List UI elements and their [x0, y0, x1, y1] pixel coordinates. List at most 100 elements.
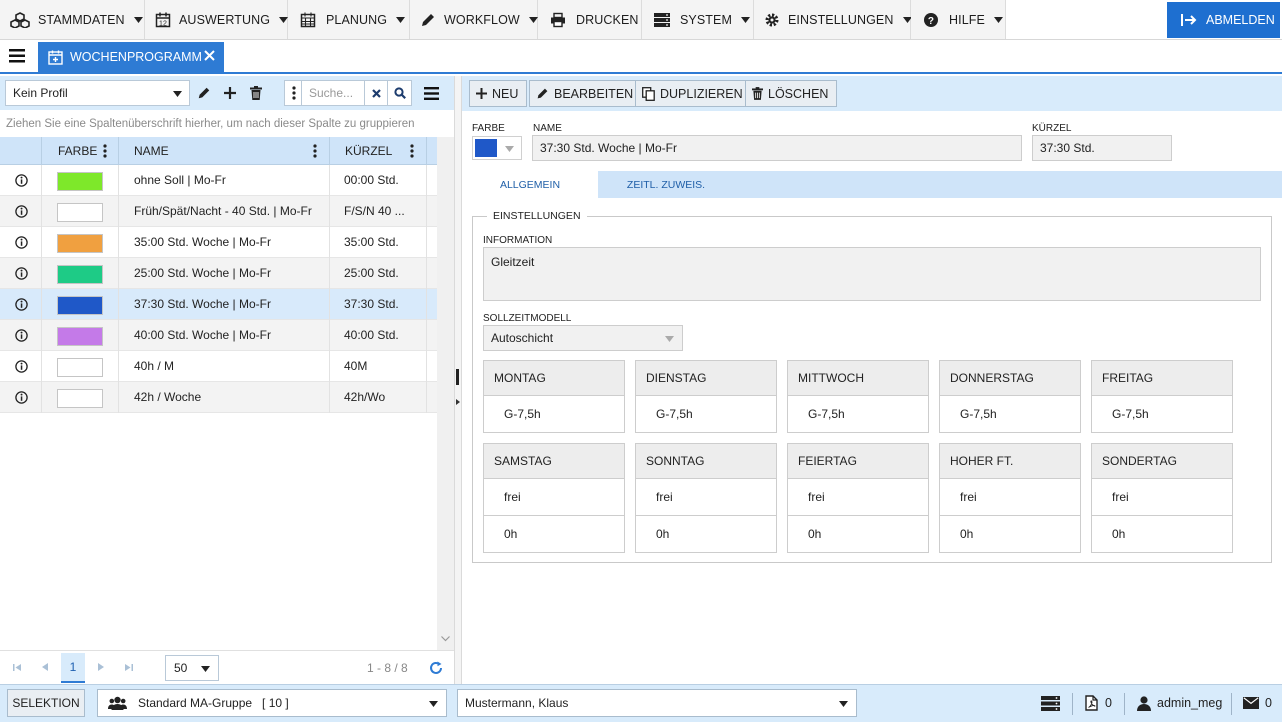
day-shift[interactable]: G-7,5h: [1092, 396, 1232, 432]
grid-header: FARBE NAME KÜRZEL: [0, 137, 437, 165]
pager: 1 50 1 - 8 / 8: [0, 650, 454, 684]
day-shift[interactable]: G-7,5h: [940, 396, 1080, 432]
column-header-name[interactable]: NAME: [119, 137, 329, 165]
color-picker[interactable]: [472, 136, 522, 160]
last-page-icon[interactable]: [121, 660, 135, 674]
menu-stammdaten[interactable]: STAMMDATEN: [0, 0, 145, 39]
refresh-icon[interactable]: [427, 659, 445, 677]
column-header-kuerzel[interactable]: KÜRZEL: [330, 137, 426, 165]
day-card[interactable]: MONTAG G-7,5h: [483, 360, 625, 433]
delete-button[interactable]: LÖSCHEN: [745, 80, 838, 107]
new-button[interactable]: NEU: [469, 80, 528, 107]
day-shift[interactable]: G-7,5h: [636, 396, 776, 432]
search-input[interactable]: Suche...: [301, 80, 365, 106]
logout-button[interactable]: ABMELDEN: [1167, 2, 1280, 38]
page-size-select[interactable]: 50: [165, 655, 219, 681]
info-icon[interactable]: [15, 298, 28, 311]
next-page-icon[interactable]: [94, 660, 108, 674]
menu-auswertung[interactable]: 12 AUSWERTUNG: [145, 0, 289, 39]
caret-down-icon: [173, 91, 182, 97]
menu-hilfe[interactable]: ? HILFE: [911, 0, 1006, 39]
column-menu-icon[interactable]: [410, 144, 414, 158]
info-icon[interactable]: [15, 174, 28, 187]
tab-wochenprogramm[interactable]: WOCHENPROGRAMM: [38, 42, 224, 72]
duplicate-button[interactable]: DUPLIZIEREN: [635, 80, 752, 107]
column-menu-icon[interactable]: [103, 144, 107, 158]
close-icon[interactable]: [204, 50, 215, 61]
scroll-down-icon[interactable]: [441, 636, 450, 642]
target-time-model-select[interactable]: Autoschicht: [483, 325, 683, 351]
day-card[interactable]: DIENSTAG G-7,5h: [635, 360, 777, 433]
user-indicator[interactable]: admin_meg: [1137, 689, 1222, 717]
tab-allgemein[interactable]: ALLGEMEIN: [462, 171, 598, 198]
group-select[interactable]: Standard MA-Gruppe [ 10 ]: [97, 689, 447, 717]
search-button[interactable]: [387, 80, 412, 106]
day-card[interactable]: FREITAG G-7,5h: [1091, 360, 1233, 433]
tab-bar: WOCHENPROGRAMM: [0, 40, 1282, 74]
day-card[interactable]: SAMSTAG frei 0h: [483, 443, 625, 553]
table-row[interactable]: Früh/Spät/Nacht - 40 Std. | Mo-Fr F/S/N 4…: [0, 196, 437, 227]
server-status-icon[interactable]: [1041, 689, 1060, 717]
profile-select[interactable]: Kein Profil: [5, 80, 190, 106]
table-row[interactable]: 40h / M 40M: [0, 351, 437, 382]
day-card[interactable]: MITTWOCH G-7,5h: [787, 360, 929, 433]
column-header-farbe[interactable]: FARBE: [42, 137, 118, 165]
edit-button[interactable]: BEARBEITEN: [529, 80, 643, 107]
day-shift[interactable]: frei: [940, 479, 1080, 515]
first-page-icon[interactable]: [10, 660, 24, 674]
day-shift[interactable]: frei: [484, 479, 624, 515]
day-shift[interactable]: G-7,5h: [788, 396, 928, 432]
table-row[interactable]: 40:00 Std. Woche | Mo-Fr 40:00 Std.: [0, 320, 437, 351]
collapse-arrow-icon[interactable]: [456, 399, 460, 405]
table-row[interactable]: 35:00 Std. Woche | Mo-Fr 35:00 Std.: [0, 227, 437, 258]
selection-button[interactable]: SELEKTION: [7, 689, 85, 717]
list-menu-button[interactable]: [421, 84, 441, 102]
menu-workflow[interactable]: WORKFLOW: [410, 0, 538, 39]
table-row[interactable]: 25:00 Std. Woche | Mo-Fr 25:00 Std.: [0, 258, 437, 289]
group-by-hint[interactable]: Ziehen Sie eine Spaltenüberschrift hierh…: [0, 110, 454, 137]
employee-select[interactable]: Mustermann, Klaus: [457, 689, 857, 717]
panel-splitter[interactable]: [454, 76, 462, 684]
tab-zeitliche-zuweisung[interactable]: ZEITL. ZUWEIS.: [598, 171, 734, 198]
day-shift[interactable]: frei: [636, 479, 776, 515]
short-field[interactable]: 37:30 Std.: [1032, 135, 1172, 161]
edit-profile-button[interactable]: [193, 82, 215, 104]
day-shift[interactable]: frei: [1092, 479, 1232, 515]
splitter-handle[interactable]: [456, 369, 459, 385]
day-card[interactable]: SONDERTAG frei 0h: [1091, 443, 1233, 553]
day-card[interactable]: HOHER FT. frei 0h: [939, 443, 1081, 553]
menu-system[interactable]: SYSTEM: [642, 0, 754, 39]
pdf-indicator[interactable]: 0: [1085, 689, 1112, 717]
column-menu-icon[interactable]: [313, 144, 317, 158]
menu-planung[interactable]: PLANUNG: [288, 0, 410, 39]
day-shift[interactable]: G-7,5h: [484, 396, 624, 432]
day-shift[interactable]: frei: [788, 479, 928, 515]
information-textarea[interactable]: Gleitzeit: [483, 247, 1261, 301]
info-icon[interactable]: [15, 329, 28, 342]
current-page[interactable]: 1: [61, 653, 85, 683]
color-swatch: [57, 358, 103, 377]
info-icon[interactable]: [15, 205, 28, 218]
clear-search-button[interactable]: [364, 80, 388, 106]
color-swatch: [57, 296, 103, 315]
info-icon[interactable]: [15, 391, 28, 404]
table-row[interactable]: ohne Soll | Mo-Fr 00:00 Std.: [0, 165, 437, 196]
mail-indicator[interactable]: 0: [1243, 689, 1272, 717]
hamburger-menu-icon[interactable]: [9, 49, 25, 63]
day-card[interactable]: DONNERSTAG G-7,5h: [939, 360, 1081, 433]
info-icon[interactable]: [15, 360, 28, 373]
name-field[interactable]: 37:30 Std. Woche | Mo-Fr: [532, 135, 1022, 161]
prev-page-icon[interactable]: [38, 660, 52, 674]
table-row[interactable]: 37:30 Std. Woche | Mo-Fr 37:30 Std.: [0, 289, 437, 320]
menu-drucken[interactable]: DRUCKEN: [538, 0, 642, 39]
add-profile-button[interactable]: [219, 82, 241, 104]
table-row[interactable]: 42h / Woche 42h/Wo: [0, 382, 437, 413]
menu-einstellungen[interactable]: EINSTELLUNGEN: [754, 0, 912, 39]
day-card[interactable]: FEIERTAG frei 0h: [787, 443, 929, 553]
info-icon[interactable]: [15, 267, 28, 280]
delete-profile-button[interactable]: [245, 82, 267, 104]
day-card[interactable]: SONNTAG frei 0h: [635, 443, 777, 553]
vertical-scrollbar[interactable]: [437, 137, 454, 650]
search-options-button[interactable]: [284, 80, 302, 106]
info-icon[interactable]: [15, 236, 28, 249]
